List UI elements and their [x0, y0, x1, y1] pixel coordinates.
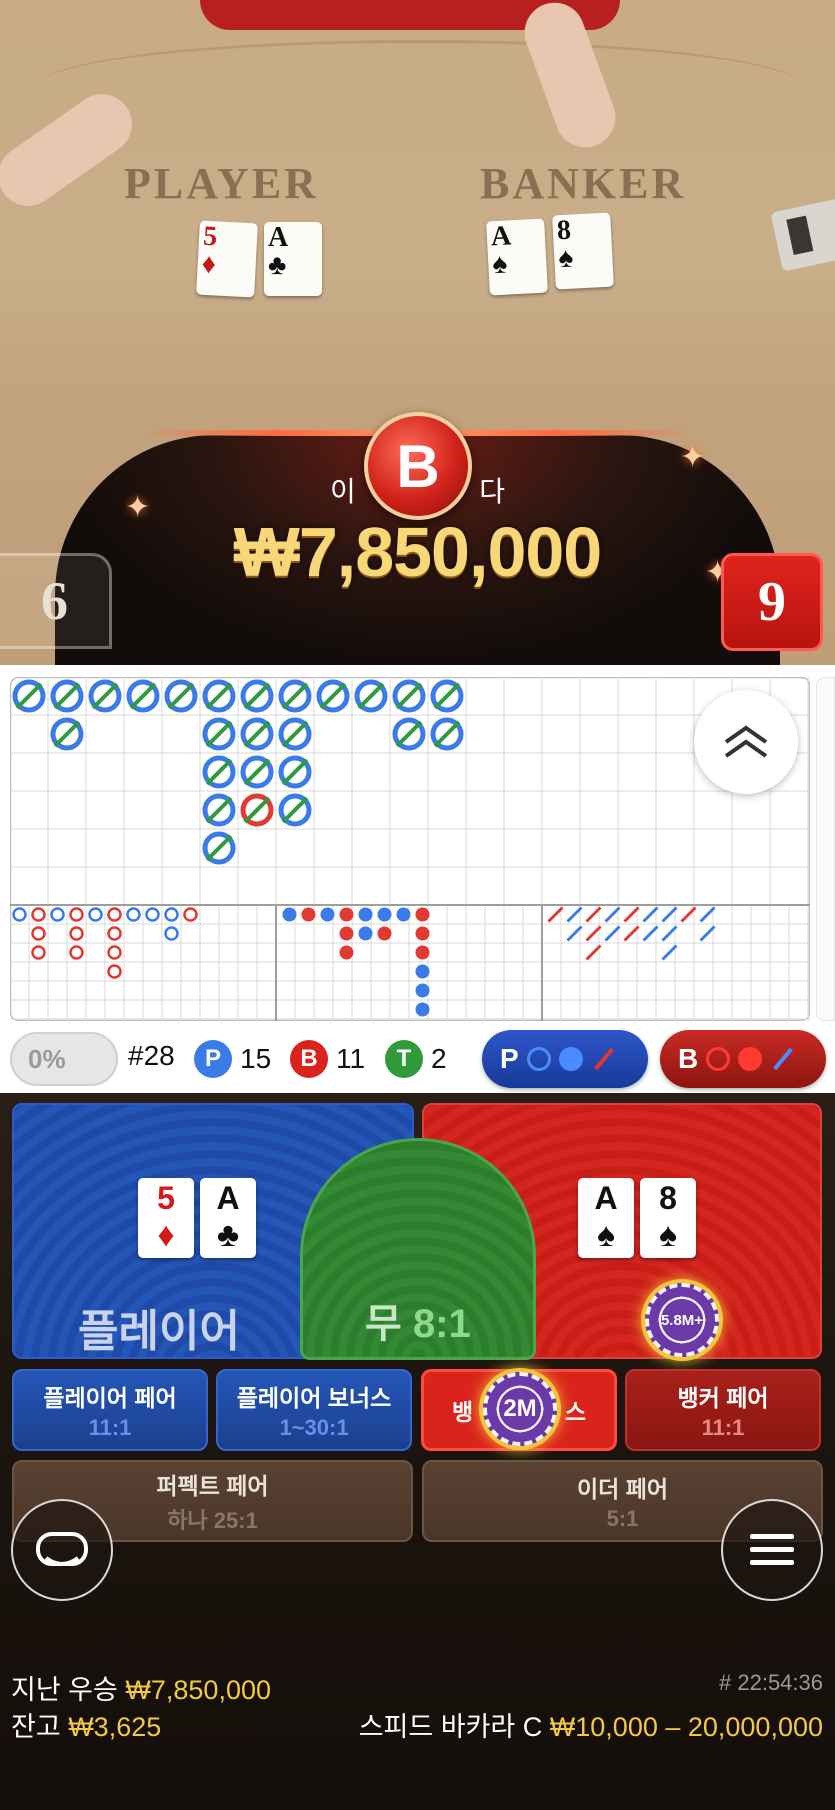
tie-bet-spot[interactable]: 무 8:1 — [300, 1138, 536, 1360]
predict-banker-label: B — [678, 1043, 699, 1074]
table-edge — [40, 40, 800, 130]
banker-win-count: B 11 — [290, 1040, 365, 1078]
small-road-marker — [301, 907, 316, 922]
video-banker-card-2: 8 ♠ — [552, 212, 614, 290]
player-win-count: P 15 — [194, 1040, 271, 1078]
tie-circle-icon: T — [385, 1040, 423, 1078]
player-card-2: A ♣ — [200, 1178, 256, 1258]
banker-zone-title: BANKER — [480, 159, 687, 208]
banker-card-2: 8 ♠ — [640, 1178, 696, 1258]
player-predict-button[interactable]: P — [482, 1030, 648, 1088]
live-video-feed: PLAYER BANKER 5 ♦ A ♣ A ♠ 8 ♠ ✦ ✦ ✦ 이다 B ₩7,… — [0, 0, 835, 665]
video-player-card-2: A ♣ — [264, 222, 322, 296]
player-pair-bet[interactable]: 플레이어 페어 11:1 — [12, 1369, 208, 1451]
slash-icon — [773, 1047, 794, 1071]
small-road-marker — [320, 907, 335, 922]
small-road-marker — [358, 907, 373, 922]
balance-info: 잔고 ₩3,625 — [11, 1712, 162, 1742]
small-road-marker — [415, 964, 430, 979]
player-score: 6 — [0, 553, 112, 649]
small-road-marker — [358, 926, 373, 941]
sparkle-icon: ✦ — [680, 441, 706, 474]
small-road-marker — [339, 907, 354, 922]
small-road-marker — [396, 907, 411, 922]
player-zone-title: PLAYER — [124, 159, 319, 208]
side-roadmap-strip[interactable] — [816, 677, 835, 1021]
banker-bet-chip[interactable]: 5.8M+ — [645, 1283, 719, 1357]
banker-card-1: A ♠ — [578, 1178, 634, 1258]
small-road-marker — [282, 907, 297, 922]
slash-icon — [593, 1047, 614, 1071]
table-info: 스피드 바카라 C ₩10,000 – 20,000,000 — [358, 1712, 823, 1742]
small-road-marker — [377, 926, 392, 941]
banker-win-badge: B — [364, 412, 472, 520]
small-road-marker — [415, 945, 430, 960]
small-road-marker — [415, 926, 430, 941]
small-road-marker — [415, 983, 430, 998]
chevron-up-icon — [724, 725, 768, 758]
banker-circle-icon: B — [290, 1040, 328, 1078]
video-banker-card-1: A ♠ — [486, 218, 548, 296]
card-shoe — [770, 198, 835, 272]
win-amount: ₩7,850,000 — [233, 513, 602, 591]
sparkle-icon: ✦ — [125, 491, 151, 524]
game-id: # 22:54:36 — [719, 1670, 823, 1695]
round-number: #28 — [128, 1040, 175, 1071]
video-player-card-1: 5 ♦ — [196, 220, 258, 298]
dot-icon — [738, 1047, 763, 1071]
hamburger-menu-icon — [750, 1534, 794, 1565]
baccarat-app: { "video": { "player_zone": "PLAYER", "b… — [0, 0, 835, 1810]
small-road-marker — [339, 926, 354, 941]
small-road-marker — [339, 945, 354, 960]
tie-bet-label: 무 8:1 — [365, 1302, 471, 1346]
chat-icon — [36, 1532, 88, 1566]
player-bet-label: 플레이어 — [78, 1307, 240, 1356]
small-road-marker — [415, 907, 430, 922]
small-road-marker — [415, 1002, 430, 1017]
menu-button[interactable] — [721, 1499, 823, 1601]
small-road-marker — [377, 907, 392, 922]
chat-button[interactable] — [11, 1499, 113, 1601]
player-bonus-bet[interactable]: 플레이어 보너스 1~30:1 — [216, 1369, 412, 1451]
dot-icon — [558, 1047, 583, 1071]
ring-icon — [526, 1047, 551, 1071]
player-card-1: 5 ♦ — [138, 1178, 194, 1258]
percent-toggle[interactable]: 0% — [10, 1032, 118, 1086]
banker-pair-bet[interactable]: 뱅커 페어 11:1 — [625, 1369, 821, 1451]
banker-predict-button[interactable]: B — [660, 1030, 826, 1088]
ring-icon — [706, 1047, 731, 1071]
predict-player-label: P — [500, 1043, 519, 1074]
banker-score: 9 — [721, 553, 823, 651]
last-win-info: 지난 우승 ₩7,850,000 — [11, 1675, 271, 1705]
scoreboard-grid[interactable] — [10, 677, 810, 1021]
player-circle-icon: P — [194, 1040, 232, 1078]
banker-bonus-chip[interactable]: 2M — [483, 1372, 557, 1446]
tie-count: T2 — [385, 1040, 447, 1078]
expand-roadmap-button[interactable] — [694, 690, 798, 794]
